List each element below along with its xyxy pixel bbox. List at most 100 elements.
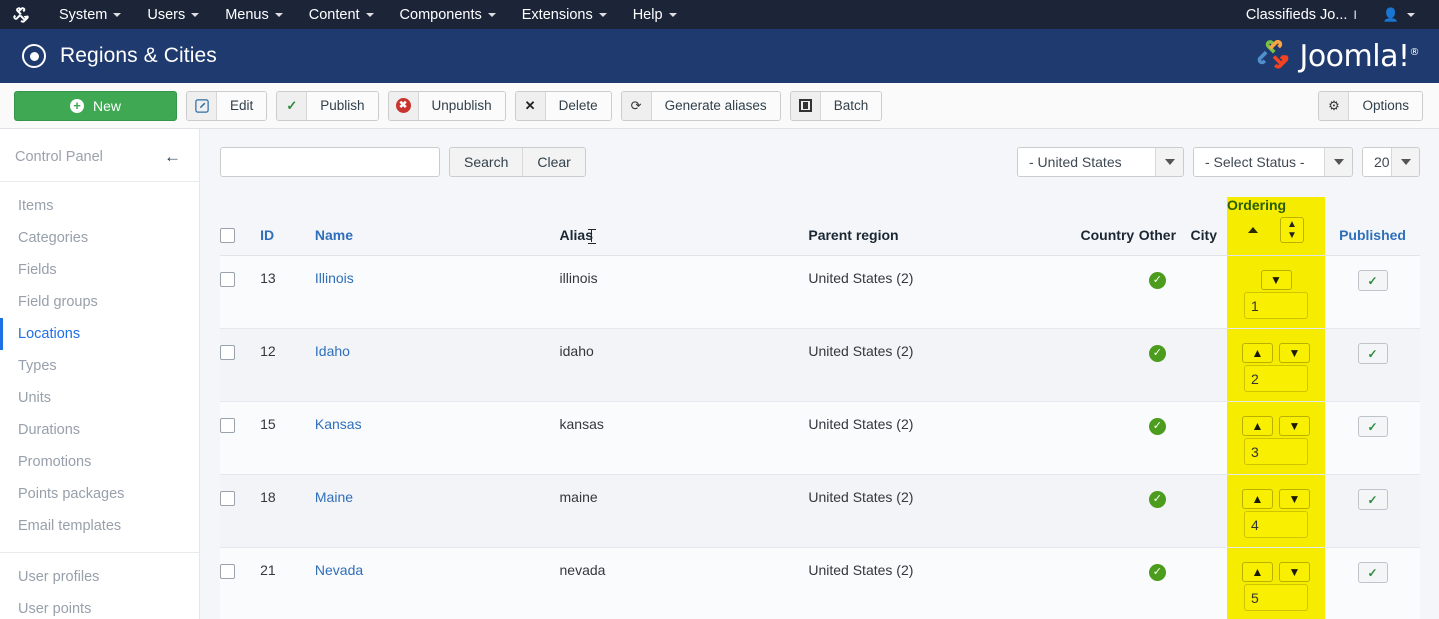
sidebar-item-user-points[interactable]: User points: [0, 593, 199, 619]
row-name-link[interactable]: Kansas: [315, 416, 362, 432]
row-alias: nevada: [559, 547, 809, 619]
sidebar-item-field-groups[interactable]: Field groups: [0, 286, 199, 318]
ordering-input[interactable]: [1244, 438, 1308, 465]
column-header-ordering[interactable]: Ordering ▲ ▼: [1226, 197, 1326, 256]
menu-item-users[interactable]: Users: [134, 2, 212, 28]
publish-toggle-button[interactable]: ✓: [1357, 562, 1388, 583]
menu-item-extensions[interactable]: Extensions: [509, 2, 620, 28]
generate-aliases-button[interactable]: ⟳ Generate aliases: [620, 90, 781, 121]
column-header-other[interactable]: Other: [1134, 197, 1181, 256]
batch-button[interactable]: Batch: [789, 90, 883, 121]
column-header-name[interactable]: Name: [314, 197, 560, 256]
list-limit-select[interactable]: 20: [1362, 147, 1420, 177]
search-button[interactable]: Search: [450, 148, 523, 176]
move-down-button[interactable]: ▼: [1279, 489, 1310, 509]
row-checkbox[interactable]: [220, 417, 235, 433]
table-row[interactable]: 15 Kansas kansas United States (2) ✓ ▲ ▼: [220, 401, 1420, 475]
sidebar-item-points-packages[interactable]: Points packages: [0, 478, 199, 510]
menu-item-components[interactable]: Components: [387, 2, 509, 28]
edit-button-label: Edit: [217, 91, 267, 120]
brand-registered-mark: ®: [1409, 46, 1420, 58]
column-header-country[interactable]: Country: [1064, 197, 1135, 256]
publish-toggle-button[interactable]: ✓: [1357, 416, 1388, 437]
column-header-published[interactable]: Published: [1325, 197, 1420, 256]
table-row[interactable]: 18 Maine maine United States (2) ✓ ▲ ▼ 4…: [220, 474, 1420, 548]
table-row[interactable]: 21 Nevada nevada United States (2) ✓ ▲ ▼: [220, 547, 1420, 619]
table-header-row: ID Name Alias Parent region Country Othe…: [220, 197, 1420, 256]
joomla-logo-icon[interactable]: [10, 5, 32, 25]
publish-button[interactable]: ✓ Publish: [276, 90, 379, 121]
sidebar-item-units[interactable]: Units: [0, 382, 199, 414]
search-input[interactable]: [220, 147, 440, 177]
publish-toggle-button[interactable]: ✓: [1357, 343, 1388, 364]
clear-button[interactable]: Clear: [522, 148, 585, 176]
row-name-link[interactable]: Illinois: [315, 270, 354, 286]
row-checkbox[interactable]: [220, 563, 235, 579]
ordering-input[interactable]: [1244, 511, 1308, 538]
external-link-icon: Ι: [1353, 7, 1357, 22]
row-name-link[interactable]: Idaho: [315, 343, 350, 359]
status-filter-select[interactable]: - Select Status -: [1193, 147, 1353, 177]
publish-toggle-button[interactable]: ✓: [1357, 270, 1388, 291]
row-checkbox[interactable]: [220, 490, 235, 506]
edit-button[interactable]: Edit: [186, 90, 268, 121]
row-city: [1180, 328, 1227, 402]
ordering-input[interactable]: [1244, 584, 1308, 611]
options-button[interactable]: ⚙ Options: [1318, 90, 1423, 121]
row-country: [1064, 474, 1135, 548]
admin-topbar: System Users Menus Content Components Ex…: [0, 0, 1439, 29]
new-button[interactable]: + New: [14, 90, 177, 121]
move-down-button[interactable]: ▼: [1279, 343, 1310, 363]
move-down-button[interactable]: ▼: [1279, 562, 1310, 582]
user-menu-button[interactable]: 👤: [1369, 2, 1425, 28]
row-checkbox[interactable]: [220, 271, 235, 287]
row-ordering-cell: ▲ ▼: [1226, 401, 1326, 475]
unpublish-button[interactable]: ✖ Unpublish: [387, 90, 506, 121]
sidebar-item-durations[interactable]: Durations: [0, 414, 199, 446]
column-header-alias[interactable]: Alias: [559, 197, 809, 256]
ordering-input[interactable]: [1244, 365, 1308, 392]
topbar-right-area: Classifieds Jo... Ι 👤: [1234, 2, 1425, 28]
sidebar-item-types[interactable]: Types: [0, 350, 199, 382]
column-header-parent-region[interactable]: Parent region: [808, 197, 1065, 256]
move-up-button[interactable]: ▲: [1242, 416, 1273, 436]
publish-toggle-button[interactable]: ✓: [1357, 489, 1388, 510]
country-filter-select[interactable]: - United States: [1017, 147, 1184, 177]
site-name-link[interactable]: Classifieds Jo... Ι: [1234, 2, 1369, 28]
move-down-button[interactable]: ▼: [1260, 270, 1292, 290]
menu-item-system[interactable]: System: [46, 2, 134, 28]
delete-button[interactable]: ✕ Delete: [514, 90, 612, 121]
sidebar-item-email-templates[interactable]: Email templates: [0, 510, 199, 542]
menu-item-help[interactable]: Help: [620, 2, 690, 28]
control-panel-label[interactable]: Control Panel: [15, 149, 103, 165]
column-header-city[interactable]: City: [1180, 197, 1227, 256]
row-select-cell: [220, 474, 261, 548]
move-down-button[interactable]: ▼: [1279, 416, 1310, 436]
sidebar-item-locations[interactable]: Locations: [0, 318, 199, 350]
table-row[interactable]: 12 Idaho idaho United States (2) ✓ ▲ ▼ 2…: [220, 328, 1420, 402]
move-up-button[interactable]: ▲: [1242, 562, 1273, 582]
table-row[interactable]: 13 Illinois illinois United States (2) ✓…: [220, 255, 1420, 329]
main-content: Search Clear - United States - Select St…: [200, 129, 1439, 619]
move-up-button[interactable]: ▲: [1242, 343, 1273, 363]
row-id: 15: [260, 401, 315, 475]
sidebar-item-categories[interactable]: Categories: [0, 222, 199, 254]
joomla-brand-icon: [1258, 39, 1289, 69]
select-all-checkbox[interactable]: [220, 228, 235, 243]
menu-item-menus[interactable]: Menus: [212, 2, 296, 28]
ordering-input[interactable]: [1244, 292, 1308, 319]
row-name-link[interactable]: Nevada: [315, 562, 363, 578]
sidebar-item-items[interactable]: Items: [0, 190, 199, 222]
sidebar-item-user-profiles[interactable]: User profiles: [0, 561, 199, 593]
column-header-id[interactable]: ID: [260, 197, 315, 256]
arrow-left-icon[interactable]: ←: [164, 147, 181, 167]
sidebar-item-label: Types: [18, 358, 57, 374]
menu-item-content[interactable]: Content: [296, 2, 387, 28]
move-up-button[interactable]: ▲: [1242, 489, 1273, 509]
row-checkbox[interactable]: [220, 344, 235, 360]
sidebar-item-fields[interactable]: Fields: [0, 254, 199, 286]
ordering-sort-toggle[interactable]: ▲ ▼: [1280, 217, 1304, 243]
sidebar-item-promotions[interactable]: Promotions: [0, 446, 199, 478]
row-name-link[interactable]: Maine: [315, 489, 353, 505]
row-alias: kansas: [559, 401, 809, 475]
